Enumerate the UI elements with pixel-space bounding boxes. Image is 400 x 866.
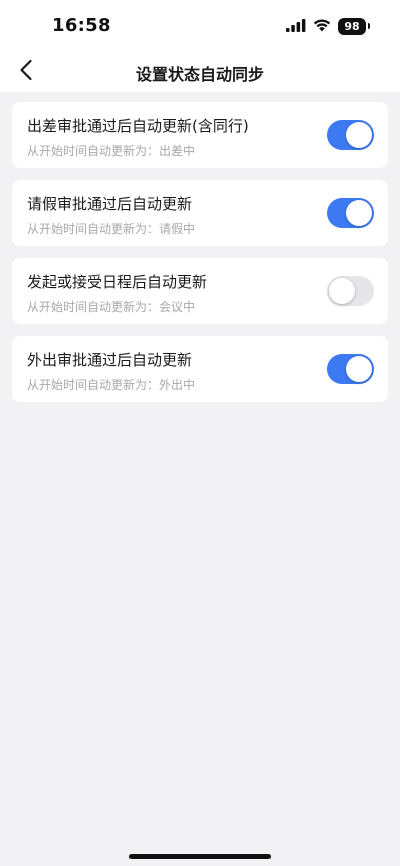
status-bar: 16:58 98 [0, 0, 400, 52]
toggle-knob [346, 200, 372, 226]
screen: 16:58 98 设置状态自动同步 出差审批通过后自动更新(含同行) 从开始时间… [0, 0, 400, 866]
business-trip-toggle[interactable] [327, 120, 374, 150]
leave-toggle[interactable] [327, 198, 374, 228]
settings-list: 出差审批通过后自动更新(含同行) 从开始时间自动更新为：出差中 请假审批通过后自… [12, 102, 388, 414]
wifi-icon [313, 17, 331, 36]
setting-title: 请假审批通过后自动更新 [27, 195, 193, 213]
schedule-toggle[interactable] [327, 276, 374, 306]
setting-outing: 外出审批通过后自动更新 从开始时间自动更新为：外出中 [12, 336, 388, 402]
setting-title: 发起或接受日程后自动更新 [27, 273, 208, 291]
toggle-knob [346, 356, 372, 382]
home-indicator [129, 854, 271, 859]
toggle-knob [329, 278, 355, 304]
setting-leave: 请假审批通过后自动更新 从开始时间自动更新为：请假中 [12, 180, 388, 246]
battery-icon: 98 [338, 18, 370, 35]
setting-title: 外出审批通过后自动更新 [27, 351, 193, 369]
signal-icon [286, 17, 306, 36]
status-icons: 98 [286, 17, 370, 36]
setting-business-trip: 出差审批通过后自动更新(含同行) 从开始时间自动更新为：出差中 [12, 102, 388, 168]
setting-subtitle: 从开始时间自动更新为：请假中 [27, 222, 196, 236]
setting-schedule: 发起或接受日程后自动更新 从开始时间自动更新为：会议中 [12, 258, 388, 324]
page-title: 设置状态自动同步 [135, 65, 264, 84]
toggle-knob [346, 122, 372, 148]
nav-bar: 设置状态自动同步 [0, 52, 400, 92]
setting-title: 出差审批通过后自动更新(含同行) [27, 117, 249, 135]
setting-subtitle: 从开始时间自动更新为：外出中 [27, 378, 196, 392]
setting-subtitle: 从开始时间自动更新为：出差中 [27, 144, 196, 158]
status-time: 16:58 [52, 15, 111, 36]
outing-toggle[interactable] [327, 354, 374, 384]
setting-subtitle: 从开始时间自动更新为：会议中 [27, 300, 196, 314]
